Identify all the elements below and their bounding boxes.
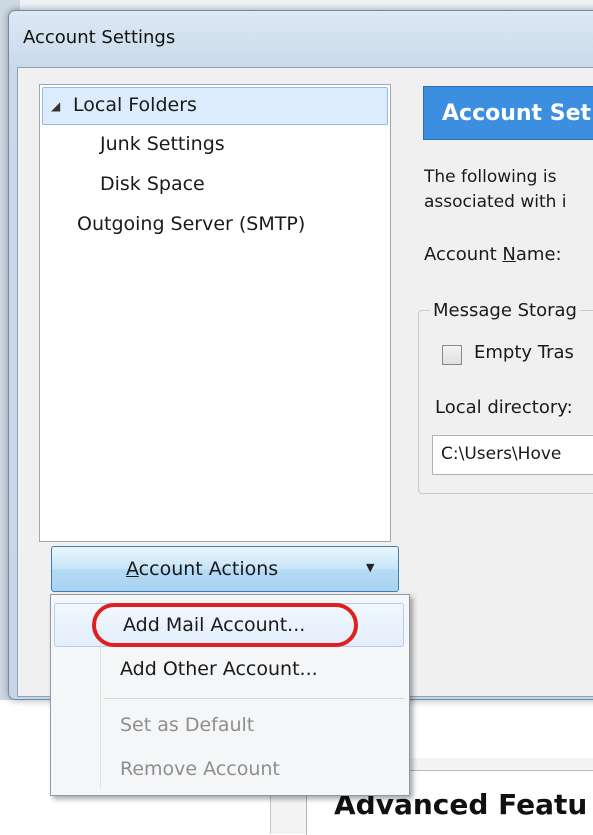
menu-item-set-as-default[interactable]: Set as Default bbox=[52, 704, 406, 746]
empty-trash-checkbox[interactable] bbox=[442, 345, 462, 365]
account-actions-label-rest: ccount Actions bbox=[138, 558, 279, 580]
account-name-label: Account Name: bbox=[424, 244, 562, 265]
tree-item-junk-settings[interactable]: Junk Settings bbox=[40, 127, 386, 163]
local-directory-value: C:\Users\Hove bbox=[441, 444, 562, 464]
local-directory-input[interactable]: C:\Users\Hove bbox=[432, 435, 593, 475]
account-description: The following is associated with i bbox=[424, 165, 567, 215]
empty-trash-label: Empty Tras bbox=[474, 342, 574, 363]
expand-triangle-icon[interactable]: ◢ bbox=[51, 99, 60, 113]
menu-item-add-other-account[interactable]: Add Other Account... bbox=[52, 648, 406, 690]
account-settings-banner: Account Set bbox=[423, 86, 593, 140]
tree-item-disk-space[interactable]: Disk Space bbox=[40, 167, 386, 203]
account-actions-mnemonic: A bbox=[126, 558, 139, 580]
description-line-2: associated with i bbox=[424, 192, 567, 212]
tree-item-label: Local Folders bbox=[73, 94, 197, 116]
menu-item-remove-account[interactable]: Remove Account bbox=[52, 748, 406, 790]
highlight-annotation bbox=[92, 603, 358, 647]
tree-item-label: Outgoing Server (SMTP) bbox=[77, 213, 306, 235]
tree-item-label: Disk Space bbox=[100, 173, 205, 195]
dropdown-arrow-icon: ▼ bbox=[366, 561, 375, 574]
tree-item-outgoing-server[interactable]: Outgoing Server (SMTP) bbox=[40, 207, 386, 243]
menu-item-label: Set as Default bbox=[120, 714, 255, 736]
message-storage-title: Message Storag bbox=[430, 300, 580, 321]
menu-item-label: Remove Account bbox=[120, 758, 280, 780]
menu-separator bbox=[104, 698, 404, 699]
banner-title: Account Set bbox=[442, 101, 592, 126]
account-actions-label: Account Actions bbox=[126, 558, 278, 580]
tree-item-label: Junk Settings bbox=[100, 133, 225, 155]
account-tree[interactable]: ◢ Local Folders Junk Settings Disk Space… bbox=[39, 84, 391, 542]
menu-item-label: Add Other Account... bbox=[120, 658, 318, 680]
window-title: Account Settings bbox=[23, 27, 176, 48]
account-actions-button[interactable]: Account Actions ▼ bbox=[51, 546, 399, 592]
local-directory-label: Local directory: bbox=[435, 397, 573, 418]
description-line-1: The following is bbox=[424, 167, 557, 187]
tree-item-local-folders[interactable]: ◢ Local Folders bbox=[42, 87, 388, 125]
